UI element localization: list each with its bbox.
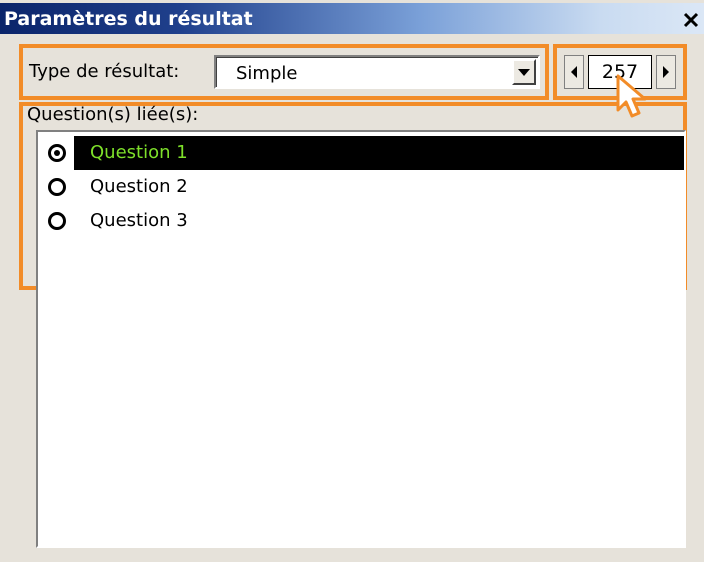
close-icon[interactable] <box>678 7 704 33</box>
window-title: Paramètres du résultat <box>4 8 253 30</box>
list-item-question-2[interactable]: Question 2 <box>38 170 684 204</box>
arrow-left-icon <box>571 66 577 78</box>
list-item-highlight: Question 1 <box>74 136 684 170</box>
radio-unchecked-icon[interactable] <box>48 178 66 196</box>
stepper-next-button[interactable] <box>656 55 676 89</box>
linked-questions-list[interactable]: Question 1 Question 2 Question 3 <box>36 130 686 548</box>
linked-questions-label: Question(s) liée(s): <box>27 104 199 125</box>
list-item-label: Question 1 <box>90 142 188 163</box>
radio-unchecked-icon[interactable] <box>48 212 66 230</box>
list-item-question-1[interactable]: Question 1 <box>38 136 684 170</box>
list-item-label-wrap: Question 2 <box>74 170 684 204</box>
title-bar: Paramètres du résultat <box>0 3 704 34</box>
list-item-label-wrap: Question 3 <box>74 204 684 238</box>
type-select-value: Simple <box>236 63 298 84</box>
mouse-pointer-icon <box>616 74 647 118</box>
chevron-down-icon <box>518 68 530 76</box>
type-label: Type de résultat: <box>29 61 180 82</box>
list-item-label: Question 2 <box>90 176 188 197</box>
dropdown-arrow-button[interactable] <box>512 59 536 85</box>
dialog-window: Paramètres du résultat Type de résultat:… <box>0 0 704 562</box>
list-item-question-3[interactable]: Question 3 <box>38 204 684 238</box>
close-x-glyph <box>683 12 699 28</box>
radio-checked-icon[interactable] <box>48 144 66 162</box>
list-item-label: Question 3 <box>90 210 188 231</box>
stepper-prev-button[interactable] <box>564 55 584 89</box>
type-select[interactable]: Simple <box>214 55 540 89</box>
arrow-right-icon <box>663 66 669 78</box>
